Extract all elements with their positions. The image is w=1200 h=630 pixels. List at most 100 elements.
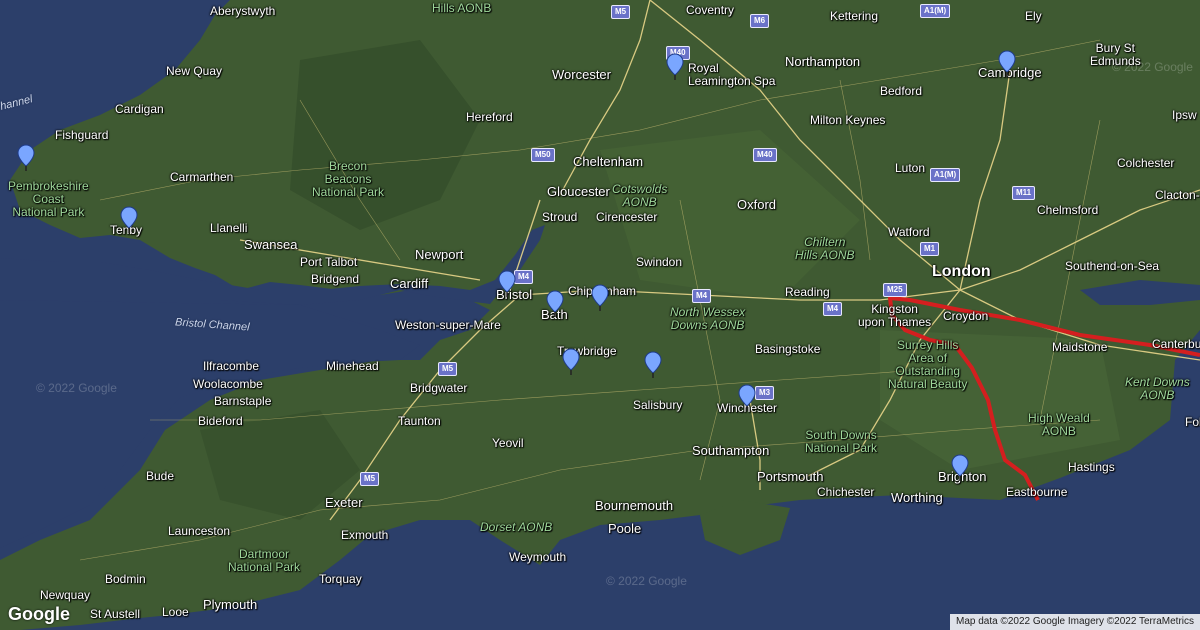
label-chichester: Chichester [817,485,875,499]
label-aberystwyth: Aberystwyth [210,4,276,18]
marker-pin-icon [546,290,564,317]
label-luton: Luton [895,161,926,175]
road-shield: M25 [883,283,907,297]
label-leamington: Royal Leamington Spa [688,61,776,88]
label-northampton: Northampton [785,54,861,69]
park-hills-aonb: Hills AONB [432,1,492,15]
map-marker-salisbury-plain[interactable] [644,351,662,379]
road-shield: M6 [750,14,770,28]
marker-pin-icon [998,50,1016,77]
label-gloucester: Gloucester [547,184,610,199]
label-oxford: Oxford [737,197,777,212]
park-kent-downs: Kent Downs AONB [1125,375,1190,402]
label-newport: Newport [415,247,464,262]
label-watford: Watford [888,225,930,239]
marker-pin-icon [498,270,516,297]
marker-pin-icon [17,144,35,171]
road-shield: A1(M) [930,168,961,182]
map-marker-cambridge[interactable] [998,50,1016,78]
road-shield: M5 [438,362,458,376]
label-swindon: Swindon [636,255,683,269]
label-bridgwater: Bridgwater [410,381,468,395]
marker-pin-icon [591,284,609,311]
label-worcester: Worcester [552,67,611,82]
label-woolacombe: Woolacombe [193,377,263,391]
label-stroud: Stroud [542,210,578,224]
label-cirencester: Cirencester [596,210,658,224]
label-canterbury: Canterbury [1152,337,1200,351]
road-shield: M4 [692,289,712,303]
park-pembrokeshire: Pembrokeshire Coast National Park [8,179,89,219]
park-high-weald: High Weald AONB [1028,411,1090,438]
label-colchester: Colchester [1117,156,1175,170]
map-marker-bath[interactable] [546,290,564,318]
label-bedford: Bedford [880,84,923,98]
map-marker-chippenham[interactable] [591,284,609,312]
map-attribution[interactable]: Map data ©2022 Google Imagery ©2022 Terr… [949,614,1200,630]
label-kingston: Kingston upon Thames [858,302,932,329]
park-dorset: Dorset AONB [480,520,553,534]
label-milton-keynes: Milton Keynes [810,113,886,127]
label-southampton: Southampton [692,443,770,458]
map-canvas[interactable]: London Aberystwyth Coventry Kettering El… [0,0,1200,630]
label-basingstoke: Basingstoke [755,342,821,356]
label-plymouth: Plymouth [203,597,258,612]
label-croydon: Croydon [943,309,989,323]
label-cardigan: Cardigan [115,102,164,116]
map-marker-trowbridge[interactable] [562,348,580,376]
label-carmarthen: Carmarthen [170,170,234,184]
road-shield: M1 [920,242,940,256]
label-bodmin: Bodmin [105,572,146,586]
map-marker-brighton[interactable] [951,454,969,482]
map-marker-leamington[interactable] [666,53,684,81]
label-maidstone: Maidstone [1052,340,1108,354]
map-marker-bristol[interactable] [498,270,516,298]
label-worthing: Worthing [891,490,943,505]
label-port-talbot: Port Talbot [300,255,358,269]
label-barnstaple: Barnstaple [214,394,272,408]
label-swansea: Swansea [244,237,298,252]
label-weymouth: Weymouth [509,550,567,564]
label-kettering: Kettering [830,9,879,23]
label-minehead: Minehead [326,359,379,373]
label-new-quay: New Quay [166,64,223,78]
label-ely: Ely [1025,9,1042,23]
label-bournemouth: Bournemouth [595,498,674,513]
road-shield: M40 [753,148,777,162]
label-bridgend: Bridgend [311,272,360,286]
label-portsmouth: Portsmouth [757,469,824,484]
label-london: London [932,263,991,280]
label-launceston: Launceston [168,524,231,538]
road-shield: M11 [1012,186,1036,200]
label-looe: Looe [162,605,189,619]
label-taunton: Taunton [398,414,441,428]
label-exmouth: Exmouth [341,528,389,542]
marker-pin-icon [562,348,580,375]
google-logo: Google [8,604,70,624]
copyright-watermark: © 2022 Google [36,381,117,395]
label-folkestone: Folke [1185,415,1200,429]
label-chelmsford: Chelmsford [1037,203,1099,217]
park-surrey-hills: Surrey Hills Area of Outstanding Natural… [888,338,968,391]
marker-pin-icon [644,351,662,378]
marker-pin-icon [951,454,969,481]
label-newquay: Newquay [40,588,91,602]
road-shield: M5 [360,472,380,486]
label-coventry: Coventry [686,3,735,17]
label-ilfracombe: Ilfracombe [203,359,260,373]
label-weston-super-mare: Weston-super-Mare [395,318,501,332]
label-southend: Southend-on-Sea [1065,259,1160,273]
park-north-wessex: North Wessex Downs AONB [670,305,746,332]
label-fishguard: Fishguard [55,128,109,142]
label-eastbourne: Eastbourne [1006,485,1068,499]
marker-pin-icon [738,384,756,411]
map-marker-tenby[interactable] [120,206,138,234]
map-marker-winchester[interactable] [738,384,756,412]
label-reading: Reading [785,285,830,299]
label-torquay: Torquay [319,572,362,586]
label-st-austell: St Austell [90,607,141,621]
label-hereford: Hereford [466,110,513,124]
label-llanelli: Llanelli [210,221,248,235]
marker-pin-icon [666,53,684,80]
map-marker-pembrokeshire[interactable] [17,144,35,172]
